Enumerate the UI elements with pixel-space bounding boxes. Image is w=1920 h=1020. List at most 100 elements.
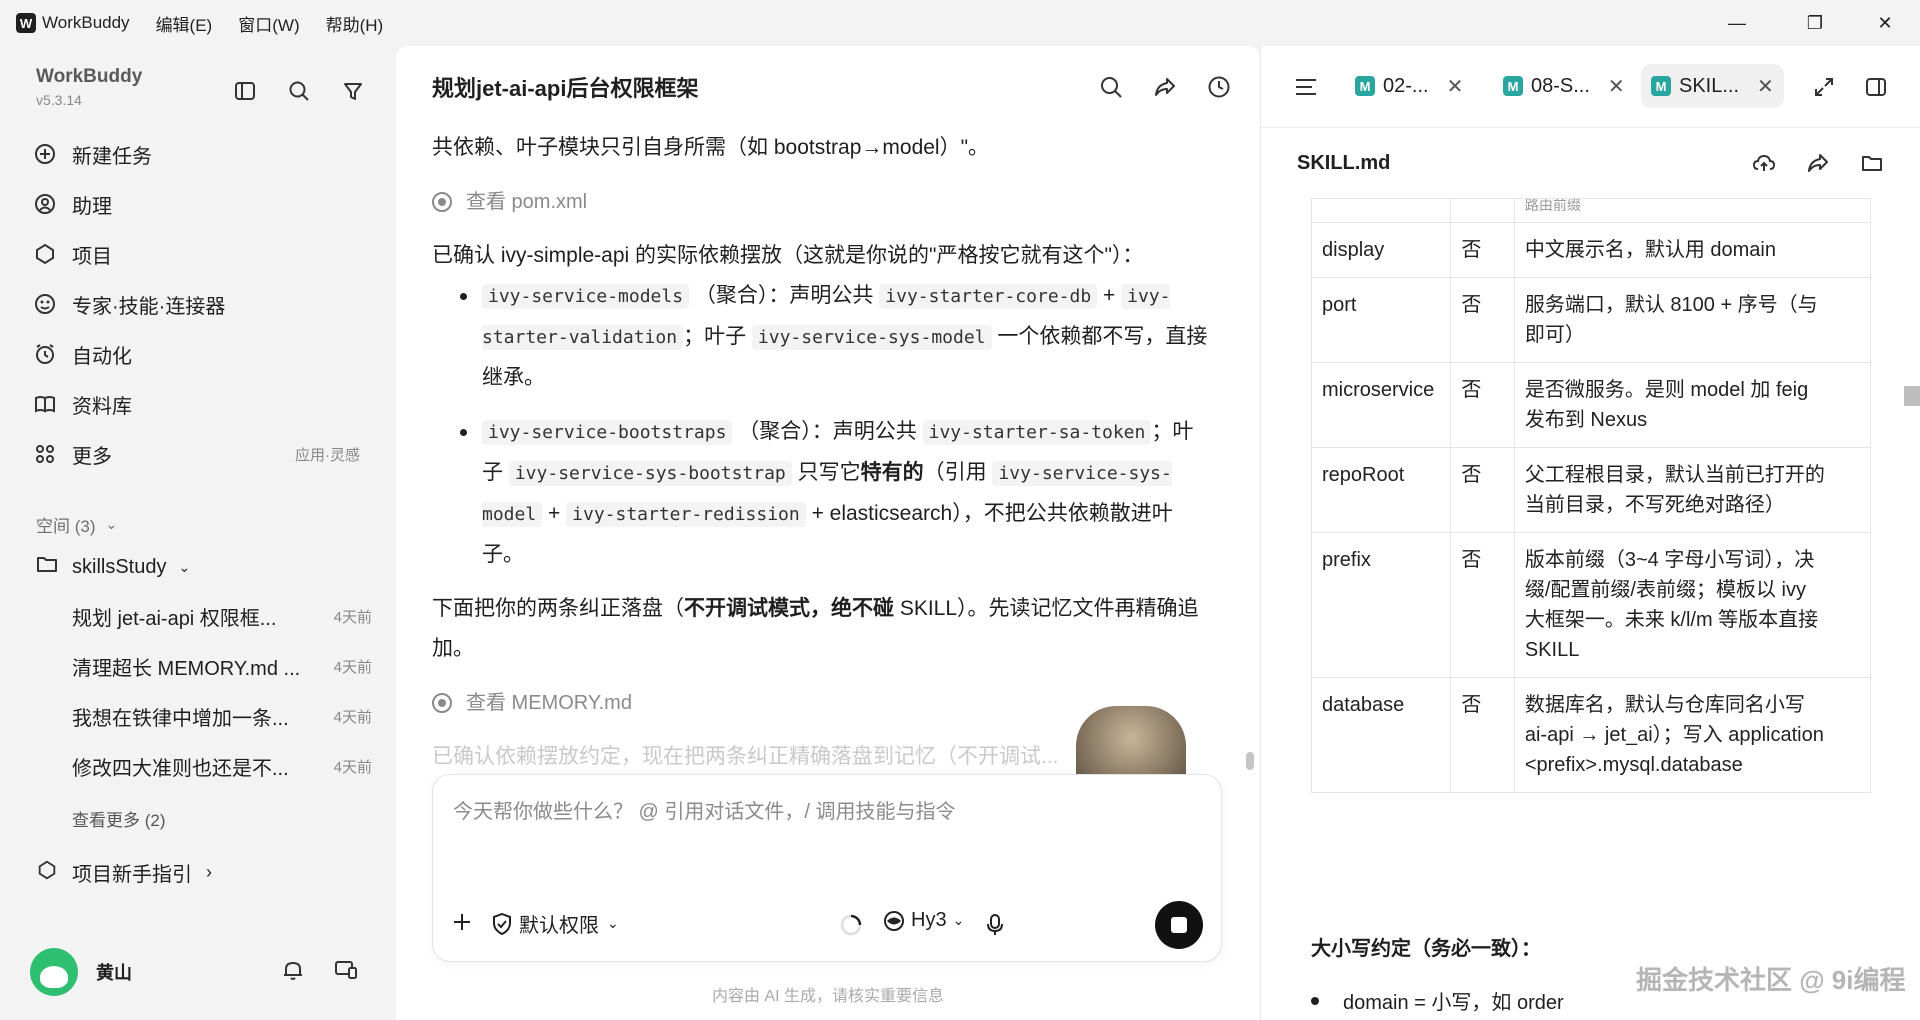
task-item[interactable]: 我想在铁律中增加一条... 4天前: [72, 698, 372, 734]
inline-code: ivy-service-bootstraps: [482, 420, 733, 445]
menu-window[interactable]: 窗口(W): [238, 11, 299, 36]
scrollbar[interactable]: [1246, 752, 1254, 770]
version: v5.3.14: [36, 92, 82, 108]
task-title: 清理超长 MEMORY.md ...: [72, 657, 301, 680]
minimize-button[interactable]: —: [1702, 0, 1772, 46]
scrollbar[interactable]: [1904, 386, 1920, 406]
param-desc: 是否微服务。是则 model 加 feig 发布到 Nexus: [1513, 362, 1871, 448]
menu-help[interactable]: 帮助(H): [326, 11, 384, 36]
avatar[interactable]: [30, 948, 78, 996]
params-table: 路由前缀 display 否 中文展示名，默认用 domain port 否 服…: [1311, 198, 1871, 898]
message-line: 下面把你的两条纠正落盘（不开调试模式，绝不碰 SKILL）。先读记忆文件再精确追…: [432, 589, 1212, 669]
permission-selector[interactable]: 默认权限 ⌄: [491, 909, 619, 938]
tab-file-08[interactable]: M 08-S... ✕: [1493, 64, 1635, 108]
table-row: database 否 数据库名，默认与仓库同名小写 ai-api → jet_ai…: [1311, 677, 1871, 793]
close-window-button[interactable]: ✕: [1850, 0, 1920, 46]
user-profile[interactable]: 黄山: [30, 946, 370, 998]
nav-new-task[interactable]: 新建任务: [32, 134, 372, 174]
tab-file-02[interactable]: M 02-... ✕: [1345, 64, 1473, 108]
model-logo-icon: [884, 910, 904, 931]
device-icon[interactable]: [334, 959, 358, 986]
model-label: Hy3: [911, 909, 947, 931]
param-desc: 中文展示名，默认用 domain: [1513, 222, 1871, 278]
nav-more[interactable]: 更多 应用·灵感: [32, 434, 372, 474]
stop-button[interactable]: [1155, 901, 1203, 949]
nav-library[interactable]: 资料库: [32, 384, 372, 424]
view-pom-link[interactable]: 查看 pom.xml: [432, 182, 1212, 222]
nav-automation[interactable]: 自动化: [32, 334, 372, 374]
menu-edit[interactable]: 编辑(E): [156, 11, 213, 36]
table-cell: [1311, 198, 1452, 223]
desc-line: 即可）: [1524, 324, 1585, 346]
close-icon[interactable]: ✕: [1447, 74, 1464, 99]
task-time: 4天前: [333, 608, 372, 626]
toggle-panel-icon[interactable]: [1859, 70, 1893, 104]
composer[interactable]: 今天帮你做些什么？ @ 引用对话文件，/ 调用技能与指令 默认权限 ⌄ Hy3 …: [432, 774, 1222, 962]
table-row: microservice 否 是否微服务。是则 model 加 feig 发布到 …: [1311, 362, 1871, 448]
text: 下面把你的两条纠正落盘（: [432, 597, 684, 620]
close-icon[interactable]: ✕: [1757, 74, 1774, 99]
folder-icon[interactable]: [1855, 146, 1889, 180]
brand-name: WorkBuddy: [36, 66, 143, 87]
desc-line: 服务端口，默认 8100 + 序号（与: [1524, 294, 1818, 316]
book-icon: [32, 391, 58, 417]
add-attachment-button[interactable]: [451, 911, 473, 933]
model-selector[interactable]: Hy3 ⌄: [883, 909, 964, 932]
share-icon[interactable]: [1148, 70, 1182, 104]
tab-file-skill[interactable]: M SKIL... ✕: [1641, 64, 1784, 108]
param-required: 否: [1450, 677, 1515, 793]
param-name: repoRoot: [1311, 447, 1452, 533]
chat-input-placeholder[interactable]: 今天帮你做些什么？ @ 引用对话文件，/ 调用技能与指令: [453, 795, 956, 824]
brand: WorkBuddy v5.3.14: [36, 66, 142, 108]
title-bar: W WorkBuddy 编辑(E) 窗口(W) 帮助(H) — ❐ ✕: [0, 0, 1920, 46]
see-more-link[interactable]: 查看更多 (2): [72, 806, 166, 831]
filter-icon[interactable]: [336, 74, 370, 108]
param-required: 否: [1450, 277, 1515, 363]
inline-code: ivy-service-sys-bootstrap: [508, 461, 792, 486]
text: （聚合）：声明公共: [694, 284, 874, 307]
nav-label: 资料库: [72, 395, 132, 418]
file-panel: M 02-... ✕ M 08-S... ✕ M SKIL... ✕ SKILL…: [1260, 46, 1920, 1020]
expert-icon: [32, 291, 58, 317]
text: +: [548, 502, 561, 525]
space-name: skillsStudy: [72, 555, 167, 578]
project-guide[interactable]: 项目新手指引 ›: [36, 858, 212, 887]
toggle-sidebar-icon[interactable]: [228, 74, 262, 108]
upload-icon[interactable]: [1747, 146, 1781, 180]
list-item: ivy-service-models （聚合）：声明公共 ivy-starter…: [460, 276, 1212, 398]
chevron-down-icon: ⌄: [105, 516, 118, 532]
expand-icon[interactable]: [1807, 70, 1841, 104]
task-item[interactable]: 规划 jet-ai-api 权限框... 4天前: [72, 598, 372, 634]
share-icon[interactable]: [1801, 146, 1835, 180]
alarm-icon: [32, 341, 58, 367]
nav-experts[interactable]: 专家·技能·连接器: [32, 284, 372, 324]
bell-icon[interactable]: [282, 958, 304, 987]
inline-code: ivy-starter-redission: [566, 502, 806, 527]
param-desc: 服务端口，默认 8100 + 序号（与 即可）: [1513, 277, 1871, 363]
close-icon[interactable]: ✕: [1608, 74, 1625, 99]
nav-project[interactable]: 项目: [32, 234, 372, 274]
microphone-icon[interactable]: [985, 913, 1005, 937]
outline-menu-icon[interactable]: [1289, 70, 1323, 104]
text: 只写它: [797, 461, 861, 484]
stop-icon: [1171, 917, 1187, 933]
task-item[interactable]: 清理超长 MEMORY.md ... 4天前: [72, 648, 372, 684]
search-icon[interactable]: [282, 74, 316, 108]
spaces-label[interactable]: 空间 (3) ⌄: [36, 512, 117, 537]
task-item[interactable]: 修改四大准则也还是不... 4天前: [72, 748, 372, 784]
view-memory-label: 查看 MEMORY.md: [466, 692, 632, 714]
search-icon[interactable]: [1094, 70, 1128, 104]
folder-icon: [36, 554, 58, 580]
user-name: 黄山: [96, 963, 132, 983]
param-required: 否: [1450, 447, 1515, 533]
nav-assistant[interactable]: 助理: [32, 184, 372, 224]
space-skillsstudy[interactable]: skillsStudy ⌄: [36, 554, 190, 580]
eye-icon: [432, 693, 452, 713]
bold-text: 不开调试模式，绝不碰: [684, 597, 894, 620]
loading-spinner-icon: [839, 913, 863, 937]
history-icon[interactable]: [1202, 70, 1236, 104]
file-tabs: M 02-... ✕ M 08-S... ✕ M SKIL... ✕: [1261, 46, 1920, 128]
inline-code: ivy-starter-sa-token: [922, 420, 1152, 445]
restore-button[interactable]: ❐: [1780, 0, 1850, 46]
project-icon: [32, 241, 58, 267]
